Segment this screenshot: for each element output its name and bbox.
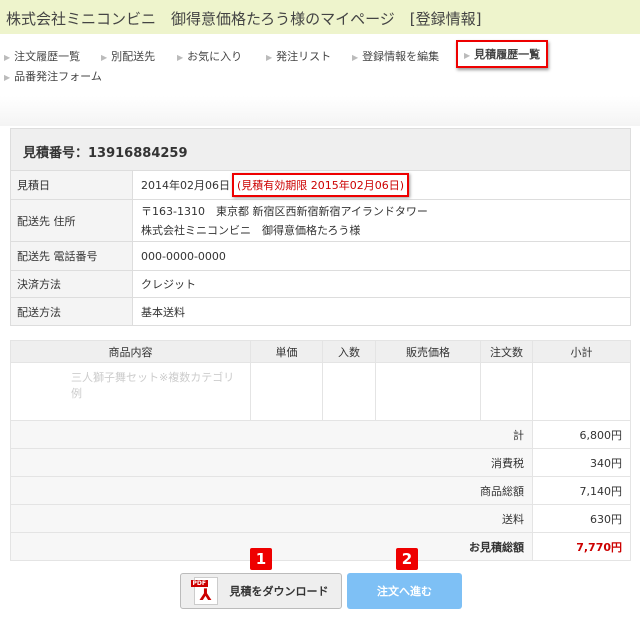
- phone: 000-0000-0000: [141, 249, 226, 263]
- total-value: 7,140円: [532, 476, 631, 505]
- triangle-icon: ▶: [4, 53, 11, 62]
- grand-total-row: お見積総額 7,770円: [10, 532, 631, 561]
- quote-date-row: 見積日 2014年02月06日 (見積有効期限 2015年02月06日): [11, 171, 630, 200]
- total-row: 消費税 340円: [10, 448, 631, 477]
- nav-label: 見積履歴一覧: [474, 48, 541, 61]
- table-header: 商品内容 単価 入数 販売価格 注文数 小計: [10, 340, 631, 363]
- download-label: 見積をダウンロード: [229, 585, 329, 598]
- nav-edit-registration[interactable]: ▶ 登録情報を編集: [352, 48, 439, 64]
- total-label: 送料: [10, 504, 533, 533]
- nav-alt-address[interactable]: ▶ 別配送先: [101, 48, 155, 64]
- row-label: 配送先 住所: [11, 200, 133, 241]
- page-header: 株式会社ミニコンビニ 御得意価格たろう様のマイページ [登録情報]: [0, 0, 640, 34]
- total-value: 6,800円: [532, 420, 631, 449]
- shipping-row: 配送方法 基本送料: [11, 298, 630, 325]
- row-label: 配送先 電話番号: [11, 242, 133, 270]
- triangle-icon: ▶: [101, 53, 108, 62]
- nav-order-history[interactable]: ▶ 注文履歴一覧: [4, 48, 80, 64]
- nav-label: 発注リスト: [276, 50, 332, 63]
- row-label: 見積日: [11, 171, 133, 199]
- nav-quote-history[interactable]: ▶ 見積履歴一覧: [456, 40, 549, 68]
- items-table: 商品内容 単価 入数 販売価格 注文数 小計 三人獅子舞セット※複数カテゴリ例 …: [10, 340, 631, 561]
- nav-order-list[interactable]: ▶ 発注リスト: [266, 48, 331, 64]
- nav-label: 品番発注フォーム: [14, 70, 102, 83]
- total-value: 630円: [532, 504, 631, 533]
- phone-row: 配送先 電話番号 000-0000-0000: [11, 242, 630, 271]
- nav-label: 別配送先: [111, 50, 156, 63]
- col-header: 販売価格: [375, 340, 481, 363]
- download-quote-button[interactable]: PDF ⅄ 見積をダウンロード: [180, 573, 342, 609]
- expiry-date: (見積有効期限 2015年02月06日): [232, 173, 410, 197]
- quote-date: 2014年02月06日: [141, 179, 230, 192]
- annotation-badge-2: 2: [396, 548, 418, 570]
- proceed-to-order-button[interactable]: 注文へ進む: [347, 573, 462, 609]
- row-label: 決済方法: [11, 271, 133, 297]
- total-label: 消費税: [10, 448, 533, 477]
- nav-label: 登録情報を編集: [362, 50, 440, 63]
- total-row: 送料 630円: [10, 504, 631, 533]
- total-label: 計: [10, 420, 533, 449]
- total-value: 340円: [532, 448, 631, 477]
- recipient: 株式会社ミニコンビニ 御得意価格たろう様: [141, 224, 361, 237]
- col-header: 入数: [322, 340, 376, 363]
- triangle-icon: ▶: [464, 51, 471, 60]
- col-header: 小計: [532, 340, 631, 363]
- triangle-icon: ▶: [352, 53, 359, 62]
- quote-details: 見積番号：13916884259 見積日 2014年02月06日 (見積有効期限 2…: [10, 128, 631, 326]
- triangle-icon: ▶: [177, 53, 184, 62]
- annotation-badge-1: 1: [250, 548, 272, 570]
- total-row: 計 6,800円: [10, 420, 631, 449]
- col-header: 商品内容: [10, 340, 251, 363]
- triangle-icon: ▶: [4, 73, 11, 82]
- pdf-icon: PDF ⅄: [190, 577, 218, 605]
- col-header: 単価: [250, 340, 323, 363]
- shipping-method: 基本送料: [141, 305, 185, 319]
- payment-row: 決済方法 クレジット: [11, 271, 630, 298]
- row-label: 配送方法: [11, 298, 133, 325]
- divider-band: [0, 96, 640, 126]
- table-row: 三人獅子舞セット※複数カテゴリ例: [10, 362, 631, 421]
- product-name[interactable]: 三人獅子舞セット※複数カテゴリ例: [10, 362, 251, 421]
- total-row: 商品総額 7,140円: [10, 476, 631, 505]
- address: 〒163-1310 東京都 新宿区西新宿新宿アイランドタワー: [141, 205, 428, 218]
- quote-number: 見積番号：13916884259: [11, 129, 630, 171]
- nav-favorites[interactable]: ▶ お気に入り: [177, 48, 242, 64]
- payment-method: クレジット: [141, 278, 196, 291]
- address-row: 配送先 住所 〒163-1310 東京都 新宿区西新宿新宿アイランドタワー 株式会社…: [11, 200, 630, 242]
- grand-total-value: 7,770円: [532, 532, 631, 561]
- nav-part-order-form[interactable]: ▶ 品番発注フォーム: [4, 68, 102, 84]
- triangle-icon: ▶: [266, 53, 273, 62]
- nav-label: お気に入り: [187, 50, 243, 63]
- col-header: 注文数: [480, 340, 533, 363]
- nav-label: 注文履歴一覧: [14, 50, 81, 63]
- total-label: 商品総額: [10, 476, 533, 505]
